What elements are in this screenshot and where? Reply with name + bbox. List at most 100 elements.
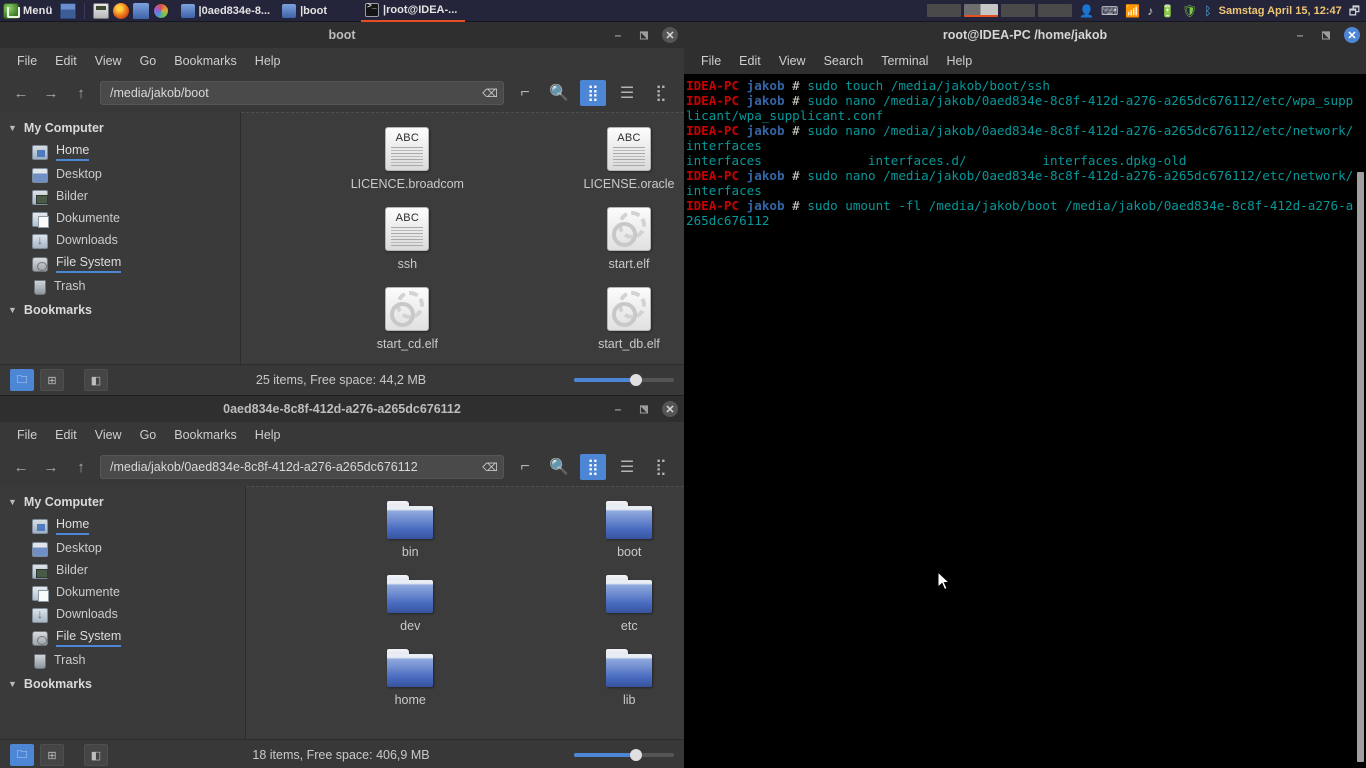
chevron-down-icon[interactable]: ▼ — [8, 497, 17, 507]
sidebar-item-home[interactable]: Home — [0, 514, 245, 538]
firefox-icon[interactable] — [112, 2, 129, 19]
clock[interactable]: Samstag April 15, 12:47 — [1219, 5, 1342, 17]
menu-terminal[interactable]: Terminal — [872, 51, 937, 71]
sidebar-group-my-computer[interactable]: ▼ My Computer — [0, 490, 245, 514]
search-icon[interactable]: 🔍 — [546, 80, 572, 106]
color-picker-icon[interactable] — [152, 2, 169, 19]
minimize-button[interactable]: – — [1292, 27, 1308, 43]
close-button[interactable]: ✕ — [662, 27, 678, 43]
file-item[interactable]: start_cd.elf — [351, 281, 464, 361]
up-button[interactable]: ↑ — [70, 82, 92, 104]
back-button[interactable]: ← — [10, 456, 32, 478]
file-item[interactable]: ABC LICENSE.oracle — [574, 121, 684, 201]
zoom-slider[interactable] — [574, 371, 674, 389]
sidebar-group-bookmarks[interactable]: ▼ Bookmarks — [0, 298, 240, 322]
file-item[interactable]: dev — [356, 569, 466, 643]
calculator-icon[interactable] — [92, 2, 109, 19]
show-desktop-icon[interactable] — [59, 2, 76, 19]
maximize-button[interactable]: ⬔ — [1318, 27, 1334, 43]
sidebar-item-downloads[interactable]: Downloads — [0, 604, 245, 626]
sidebar-item-bilder[interactable]: Bilder — [0, 560, 245, 582]
show-sidebar-toggle[interactable]: ◧ — [84, 744, 108, 766]
file-item[interactable]: start.elf — [574, 201, 684, 281]
sidebar-item-file-system[interactable]: File System — [0, 626, 245, 650]
sidebar-item-file-system[interactable]: File System — [0, 252, 240, 276]
taskbar-item-uuid[interactable]: |0aed834e-8... — [177, 0, 279, 22]
close-button[interactable]: ✕ — [1344, 27, 1360, 43]
chevron-down-icon[interactable]: ▼ — [8, 679, 17, 689]
compact-view-icon[interactable]: ⣏ — [648, 454, 674, 480]
slider-knob[interactable] — [630, 374, 642, 386]
sidebar-item-desktop[interactable]: Desktop — [0, 538, 245, 560]
file-item[interactable]: ABC ssh — [351, 201, 464, 281]
menu-file[interactable]: File — [8, 51, 46, 71]
workspace-switcher-icon[interactable]: 🗗 — [1349, 5, 1360, 17]
menu-edit[interactable]: Edit — [46, 51, 86, 71]
minimize-button[interactable]: – — [610, 401, 626, 417]
menu-view[interactable]: View — [86, 425, 131, 445]
sidebar-item-bilder[interactable]: Bilder — [0, 186, 240, 208]
bluetooth-icon[interactable]: ᛒ — [1204, 5, 1211, 17]
icon-view-toggle[interactable]: 🗀 — [10, 744, 34, 766]
menu-go[interactable]: Go — [131, 425, 166, 445]
menu-view[interactable]: View — [86, 51, 131, 71]
maximize-button[interactable]: ⬔ — [636, 27, 652, 43]
icon-view-icon[interactable]: ⣿ — [580, 454, 606, 480]
clear-icon[interactable]: ⌫ — [482, 460, 498, 474]
menu-file[interactable]: File — [692, 51, 730, 71]
music-note-icon[interactable]: ♪ — [1147, 5, 1153, 17]
menu-bookmarks[interactable]: Bookmarks — [165, 51, 246, 71]
sidebar-item-dokumente[interactable]: Dokumente — [0, 582, 245, 604]
menu-file[interactable]: File — [8, 425, 46, 445]
window-thumbnail[interactable] — [926, 4, 961, 17]
menu-search[interactable]: Search — [815, 51, 873, 71]
maximize-button[interactable]: ⬔ — [636, 401, 652, 417]
tree-view-toggle[interactable]: ⊞ — [40, 744, 64, 766]
tree-view-toggle[interactable]: ⊞ — [40, 369, 64, 391]
forward-button[interactable]: → — [40, 456, 62, 478]
file-view[interactable]: bin boot dev etc home lib — [246, 486, 684, 739]
chevron-down-icon[interactable]: ▼ — [8, 305, 17, 315]
file-item[interactable]: ABC LICENCE.broadcom — [351, 121, 464, 201]
sidebar-item-downloads[interactable]: Downloads — [0, 230, 240, 252]
chevron-down-icon[interactable]: ▼ — [8, 123, 17, 133]
menu-go[interactable]: Go — [131, 51, 166, 71]
sidebar-item-dokumente[interactable]: Dokumente — [0, 208, 240, 230]
sidebar-group-bookmarks[interactable]: ▼ Bookmarks — [0, 672, 245, 696]
search-icon[interactable]: 🔍 — [546, 454, 572, 480]
titlebar[interactable]: root@IDEA-PC /home/jakob – ⬔ ✕ — [684, 22, 1366, 48]
terminal-output[interactable]: IDEA-PC jakob # sudo touch /media/jakob/… — [684, 74, 1366, 768]
file-item[interactable]: etc — [575, 569, 685, 643]
sidebar-item-desktop[interactable]: Desktop — [0, 164, 240, 186]
back-button[interactable]: ← — [10, 82, 32, 104]
file-item[interactable]: bin — [356, 495, 466, 569]
file-item[interactable]: boot — [575, 495, 685, 569]
file-view[interactable]: ABC LICENCE.broadcom ABC LICENSE.oracle — [240, 112, 684, 364]
path-input[interactable]: /media/jakob/boot ⌫ — [100, 81, 504, 105]
sidebar-item-home[interactable]: Home — [0, 140, 240, 164]
file-item[interactable]: lib — [575, 643, 685, 717]
keyboard-icon[interactable]: ⌨ — [1101, 5, 1118, 17]
user-icon[interactable]: 👤 — [1079, 5, 1094, 17]
battery-icon[interactable]: 🔋 — [1160, 5, 1175, 17]
file-item[interactable]: start_db.elf — [574, 281, 684, 361]
zoom-slider[interactable] — [574, 746, 674, 764]
file-manager-icon[interactable] — [132, 2, 149, 19]
slider-knob[interactable] — [630, 749, 642, 761]
shield-icon[interactable]: 🛡 — [1182, 5, 1197, 17]
titlebar[interactable]: 0aed834e-8c8f-412d-a276-a265dc676112 – ⬔… — [0, 396, 684, 422]
open-terminal-icon[interactable]: ⌐ — [512, 454, 538, 480]
menu-view[interactable]: View — [770, 51, 815, 71]
clear-icon[interactable]: ⌫ — [482, 86, 498, 100]
titlebar[interactable]: boot – ⬔ ✕ — [0, 22, 684, 48]
icon-view-icon[interactable]: ⣿ — [580, 80, 606, 106]
terminal-scrollbar[interactable] — [1357, 172, 1364, 762]
forward-button[interactable]: → — [40, 82, 62, 104]
sidebar-group-my-computer[interactable]: ▼ My Computer — [0, 116, 240, 140]
menu-help[interactable]: Help — [937, 51, 981, 71]
window-thumbnail-active[interactable] — [963, 4, 998, 17]
path-input[interactable]: /media/jakob/0aed834e-8c8f-412d-a276-a26… — [100, 455, 504, 479]
menu-bookmarks[interactable]: Bookmarks — [165, 425, 246, 445]
open-terminal-icon[interactable]: ⌐ — [512, 80, 538, 106]
menu-help[interactable]: Help — [246, 51, 290, 71]
